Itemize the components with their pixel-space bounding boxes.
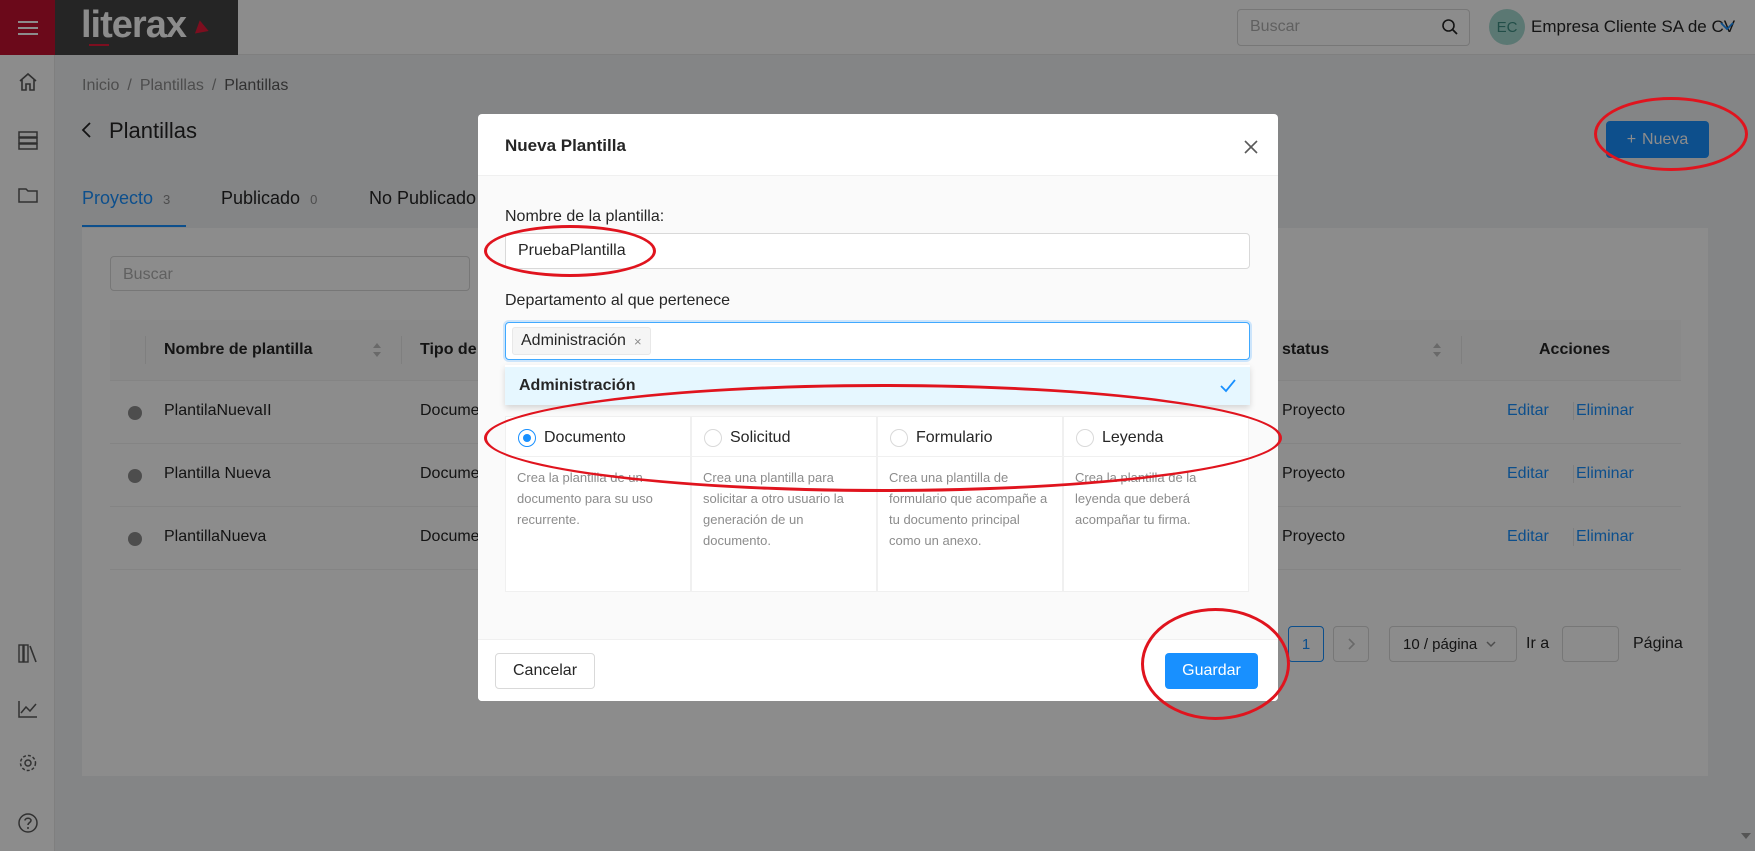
type-description: Crea la plantilla de la leyenda que debe… [1075, 470, 1197, 527]
name-label-text: Nombre de la plantilla [505, 208, 660, 225]
modal-title: Nueva Plantilla [505, 136, 626, 155]
department-field-label: Departamento al que pertenece [505, 292, 731, 309]
type-option-header: Leyenda [1064, 417, 1248, 457]
type-option-header: Documento [506, 417, 690, 457]
radio-solicitud[interactable] [704, 429, 722, 447]
new-template-modal: Nueva Plantilla Cancelar Guardar [478, 114, 1278, 701]
name-field-label: Nombre de la plantilla: [505, 208, 665, 225]
radio-formulario[interactable] [890, 429, 908, 447]
department-dropdown: Administración [505, 365, 1250, 405]
modal-header: Nueva Plantilla [478, 114, 1278, 176]
type-option-documento[interactable]: Documento Crea la plantilla de un docume… [505, 416, 691, 592]
type-description: Crea una plantilla de formulario que aco… [889, 470, 1048, 548]
type-description: Crea una plantilla para solicitar a otro… [703, 470, 844, 548]
scroll-down-icon[interactable] [1741, 833, 1751, 839]
check-icon [1220, 379, 1236, 393]
type-option-solicitud[interactable]: Solicitud Crea una plantilla para solici… [691, 416, 877, 592]
type-label: Solicitud [730, 429, 791, 446]
cancel-button[interactable]: Cancelar [495, 653, 595, 689]
type-option-leyenda[interactable]: Leyenda Crea la plantilla de la leyenda … [1063, 416, 1249, 592]
save-button[interactable]: Guardar [1165, 653, 1258, 689]
close-icon[interactable]: × [634, 334, 642, 349]
type-label: Documento [544, 429, 626, 446]
type-label: Formulario [916, 429, 993, 446]
close-icon[interactable] [1244, 140, 1258, 154]
department-tag[interactable]: Administración × [512, 327, 651, 355]
department-select[interactable]: Administración × [505, 322, 1250, 360]
type-option-header: Solicitud [692, 417, 876, 457]
department-option-label: Administración [519, 377, 636, 394]
department-tag-label: Administración [521, 332, 626, 349]
type-label: Leyenda [1102, 429, 1164, 446]
modal-footer: Cancelar Guardar [478, 639, 1278, 701]
radio-documento[interactable] [518, 429, 536, 447]
type-option-header: Formulario [878, 417, 1062, 457]
radio-leyenda[interactable] [1076, 429, 1094, 447]
template-name-input[interactable] [505, 233, 1250, 269]
type-description: Crea la plantilla de un documento para s… [517, 470, 653, 527]
type-option-formulario[interactable]: Formulario Crea una plantilla de formula… [877, 416, 1063, 592]
department-option[interactable]: Administración [505, 367, 1250, 405]
